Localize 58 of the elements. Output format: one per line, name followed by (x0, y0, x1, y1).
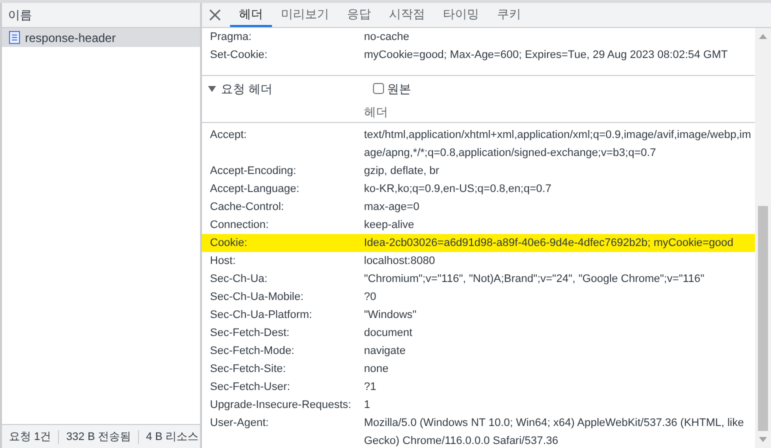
header-name: Sec-Ch-Ua-Platform: (210, 308, 314, 323)
header-value: ?0 (364, 290, 378, 305)
tab[interactable]: 응답 (338, 3, 380, 27)
header-name: Accept: (210, 128, 248, 143)
header-name: Sec-Fetch-Mode: (210, 344, 296, 359)
header-name: Sec-Fetch-Site: (210, 362, 287, 377)
status-text: 332 B 전송됨 (59, 430, 139, 444)
header-name: Sec-Fetch-Dest: (210, 326, 290, 341)
checkbox-label: 원본 (387, 80, 411, 98)
header-value: 1 (364, 398, 372, 413)
header-name: User-Agent: (210, 416, 270, 431)
header-name: Accept-Encoding: (210, 164, 298, 179)
scroll-up-icon[interactable] (759, 34, 767, 39)
triangle-icon[interactable] (208, 86, 216, 92)
header-name: Cookie: (210, 236, 248, 251)
tab[interactable]: 쿠키 (488, 3, 530, 27)
document-icon (9, 31, 20, 44)
header-value: max-age=0 (364, 200, 420, 215)
header-name: Pragma: (210, 30, 253, 45)
status-text: 4 B 리소스 (139, 430, 200, 444)
header-name: Upgrade-Insecure-Requests: (210, 398, 352, 413)
section-title[interactable]: 요청 헤더 (221, 80, 373, 98)
tab[interactable]: 미리보기 (272, 3, 338, 27)
header-value: ko-KR,ko;q=0.9,en-US;q=0.8,en;q=0.7 (364, 182, 552, 197)
header-name: Cache-Control: (210, 200, 285, 215)
header-value: myCookie=good; Max-Age=600; Expires=Tue, 29 Aug 2023 08:02:54 GMT (364, 48, 729, 63)
column-header: 이름 (2, 3, 200, 28)
tab[interactable]: 타이밍 (434, 3, 488, 27)
header-name: Sec-Ch-Ua-Mobile: (210, 290, 305, 305)
header-value: no-cache (364, 30, 410, 45)
header-name: Host: (210, 254, 237, 269)
scrollbar[interactable] (755, 28, 771, 448)
header-value: "Chromium";v="116", "Not)A;Brand";v="24", "Google Chrome";v="116" (364, 272, 706, 287)
header-name: Sec-Fetch-User: (210, 380, 292, 395)
header-value: navigate (364, 344, 407, 359)
header-name: Connection: (210, 218, 270, 233)
header-name: Sec-Ch-Ua: (210, 272, 268, 287)
tab[interactable]: 시작점 (380, 3, 434, 27)
header-value: "Windows" (364, 308, 418, 323)
column-header: 헤더 (202, 101, 755, 123)
header-value: ?1 (364, 380, 378, 395)
request-item[interactable]: response-header (2, 28, 200, 47)
header-name: Accept-Language: (210, 182, 300, 197)
close-icon[interactable] (208, 8, 222, 22)
scroll-thumb[interactable] (758, 206, 768, 431)
status-text: 요청 1건 (2, 430, 60, 444)
header-value: gzip, deflate, br (364, 164, 440, 179)
header-value: Idea-2cb03026=a6d91d98-a89f-40e6-9d4e-4dfec7692b2b; myCookie=good (364, 236, 734, 251)
header-value: none (364, 362, 390, 377)
scroll-down-icon[interactable] (759, 437, 767, 442)
tab[interactable]: 헤더 (230, 3, 272, 27)
header-value: keep-alive (364, 218, 416, 233)
request-name: response-header (25, 30, 116, 46)
header-value: document (364, 326, 414, 341)
raw-checkbox[interactable] (373, 83, 384, 94)
header-value: Mozilla/5.0 (Windows NT 10.0; Win64; x64) AppleWebKit/537.36 (KHTML, like Gecko) Chrome/116.0.0.0 Safari/537.36 (364, 416, 745, 448)
header-value: localhost:8080 (364, 254, 436, 269)
header-name: Set-Cookie: (210, 48, 268, 63)
